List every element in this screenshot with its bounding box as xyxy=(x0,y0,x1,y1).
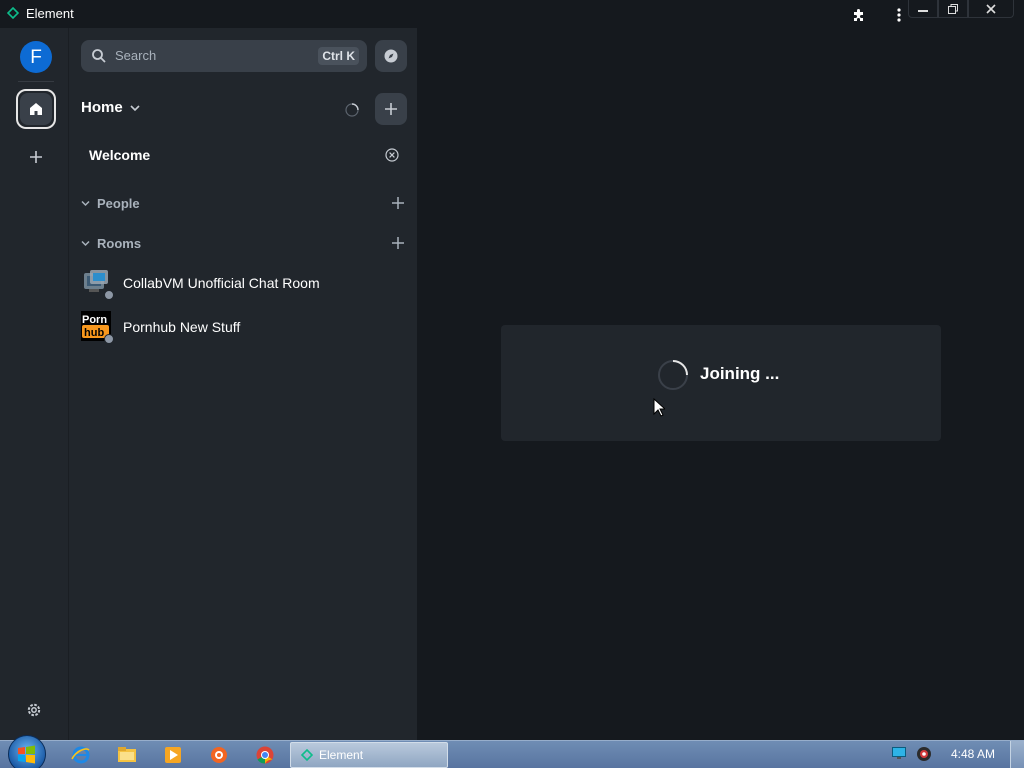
close-icon xyxy=(986,3,996,14)
kebab-menu-icon[interactable] xyxy=(890,6,908,24)
search-placeholder: Search xyxy=(115,48,157,63)
joining-panel: Joining ... xyxy=(501,325,941,441)
add-person-plus-icon[interactable] xyxy=(391,196,405,210)
joining-status: Joining ... xyxy=(700,364,780,383)
loading-spinner-icon xyxy=(658,360,688,390)
pornhub-avatar: Porn hub xyxy=(81,311,114,344)
plus-icon xyxy=(30,151,42,163)
windows-logo-icon xyxy=(18,745,35,764)
minimize-button[interactable] xyxy=(908,0,938,18)
add-room-plus-icon[interactable] xyxy=(391,236,405,250)
section-rooms[interactable]: Rooms xyxy=(81,236,141,251)
chevron-down-icon xyxy=(81,240,90,247)
taskbar-element-button[interactable]: Element xyxy=(290,742,448,768)
space-panel: F xyxy=(0,28,68,740)
main-view: Joining ... xyxy=(417,28,1024,740)
search-shortcut: Ctrl K xyxy=(318,47,359,65)
media-player-icon[interactable] xyxy=(162,744,184,766)
file-explorer-icon[interactable] xyxy=(116,744,138,766)
create-space-button[interactable] xyxy=(26,147,46,167)
add-room-button[interactable] xyxy=(375,93,407,125)
internet-explorer-icon[interactable] xyxy=(70,744,92,766)
plus-icon xyxy=(385,103,397,115)
chevron-down-icon xyxy=(81,200,90,207)
restore-icon xyxy=(948,3,958,14)
restore-button[interactable] xyxy=(938,0,968,18)
search-icon xyxy=(92,49,106,63)
home-header[interactable]: Home xyxy=(81,99,140,116)
close-button[interactable] xyxy=(968,0,1014,18)
divider xyxy=(18,81,54,82)
svg-text:hub: hub xyxy=(84,327,104,339)
loading-spinner-icon xyxy=(345,103,359,117)
app-icon[interactable] xyxy=(208,744,230,766)
extensions-icon[interactable] xyxy=(850,6,868,24)
chrome-icon[interactable] xyxy=(254,744,276,766)
user-avatar[interactable]: F xyxy=(20,41,52,73)
gear-icon[interactable] xyxy=(25,701,43,719)
element-logo-icon xyxy=(301,749,313,761)
element-logo-icon xyxy=(7,7,19,19)
home-space-button[interactable] xyxy=(16,89,56,129)
welcome-item[interactable]: Welcome xyxy=(89,147,150,163)
chevron-down-icon xyxy=(130,104,140,111)
search-input[interactable]: Search Ctrl K xyxy=(81,40,367,72)
taskbar-clock[interactable]: 4:48 AM xyxy=(951,747,995,761)
taskbar: Element 4:48 AM xyxy=(0,735,1024,768)
svg-text:Porn: Porn xyxy=(82,314,107,326)
close-circle-icon[interactable] xyxy=(385,148,399,162)
explore-rooms-button[interactable] xyxy=(375,40,407,72)
compass-icon xyxy=(384,49,398,63)
volume-tray-icon[interactable] xyxy=(916,746,932,762)
room-list-panel: Search Ctrl K Home Welcome People Rooms xyxy=(68,28,417,740)
minimize-icon xyxy=(918,9,928,12)
section-people[interactable]: People xyxy=(81,196,140,211)
window-title: Element xyxy=(26,6,74,21)
room-item[interactable]: CollabVM Unofficial Chat Room xyxy=(81,266,411,300)
room-item[interactable]: Porn hub Pornhub New Stuff xyxy=(81,310,411,344)
home-icon xyxy=(30,103,42,115)
start-button[interactable] xyxy=(8,735,46,768)
mouse-cursor-icon xyxy=(653,398,665,417)
display-tray-icon[interactable] xyxy=(892,747,906,759)
collabvm-avatar xyxy=(81,267,114,300)
show-desktop-button[interactable] xyxy=(1010,741,1024,768)
window-titlebar: Element xyxy=(0,0,1024,28)
